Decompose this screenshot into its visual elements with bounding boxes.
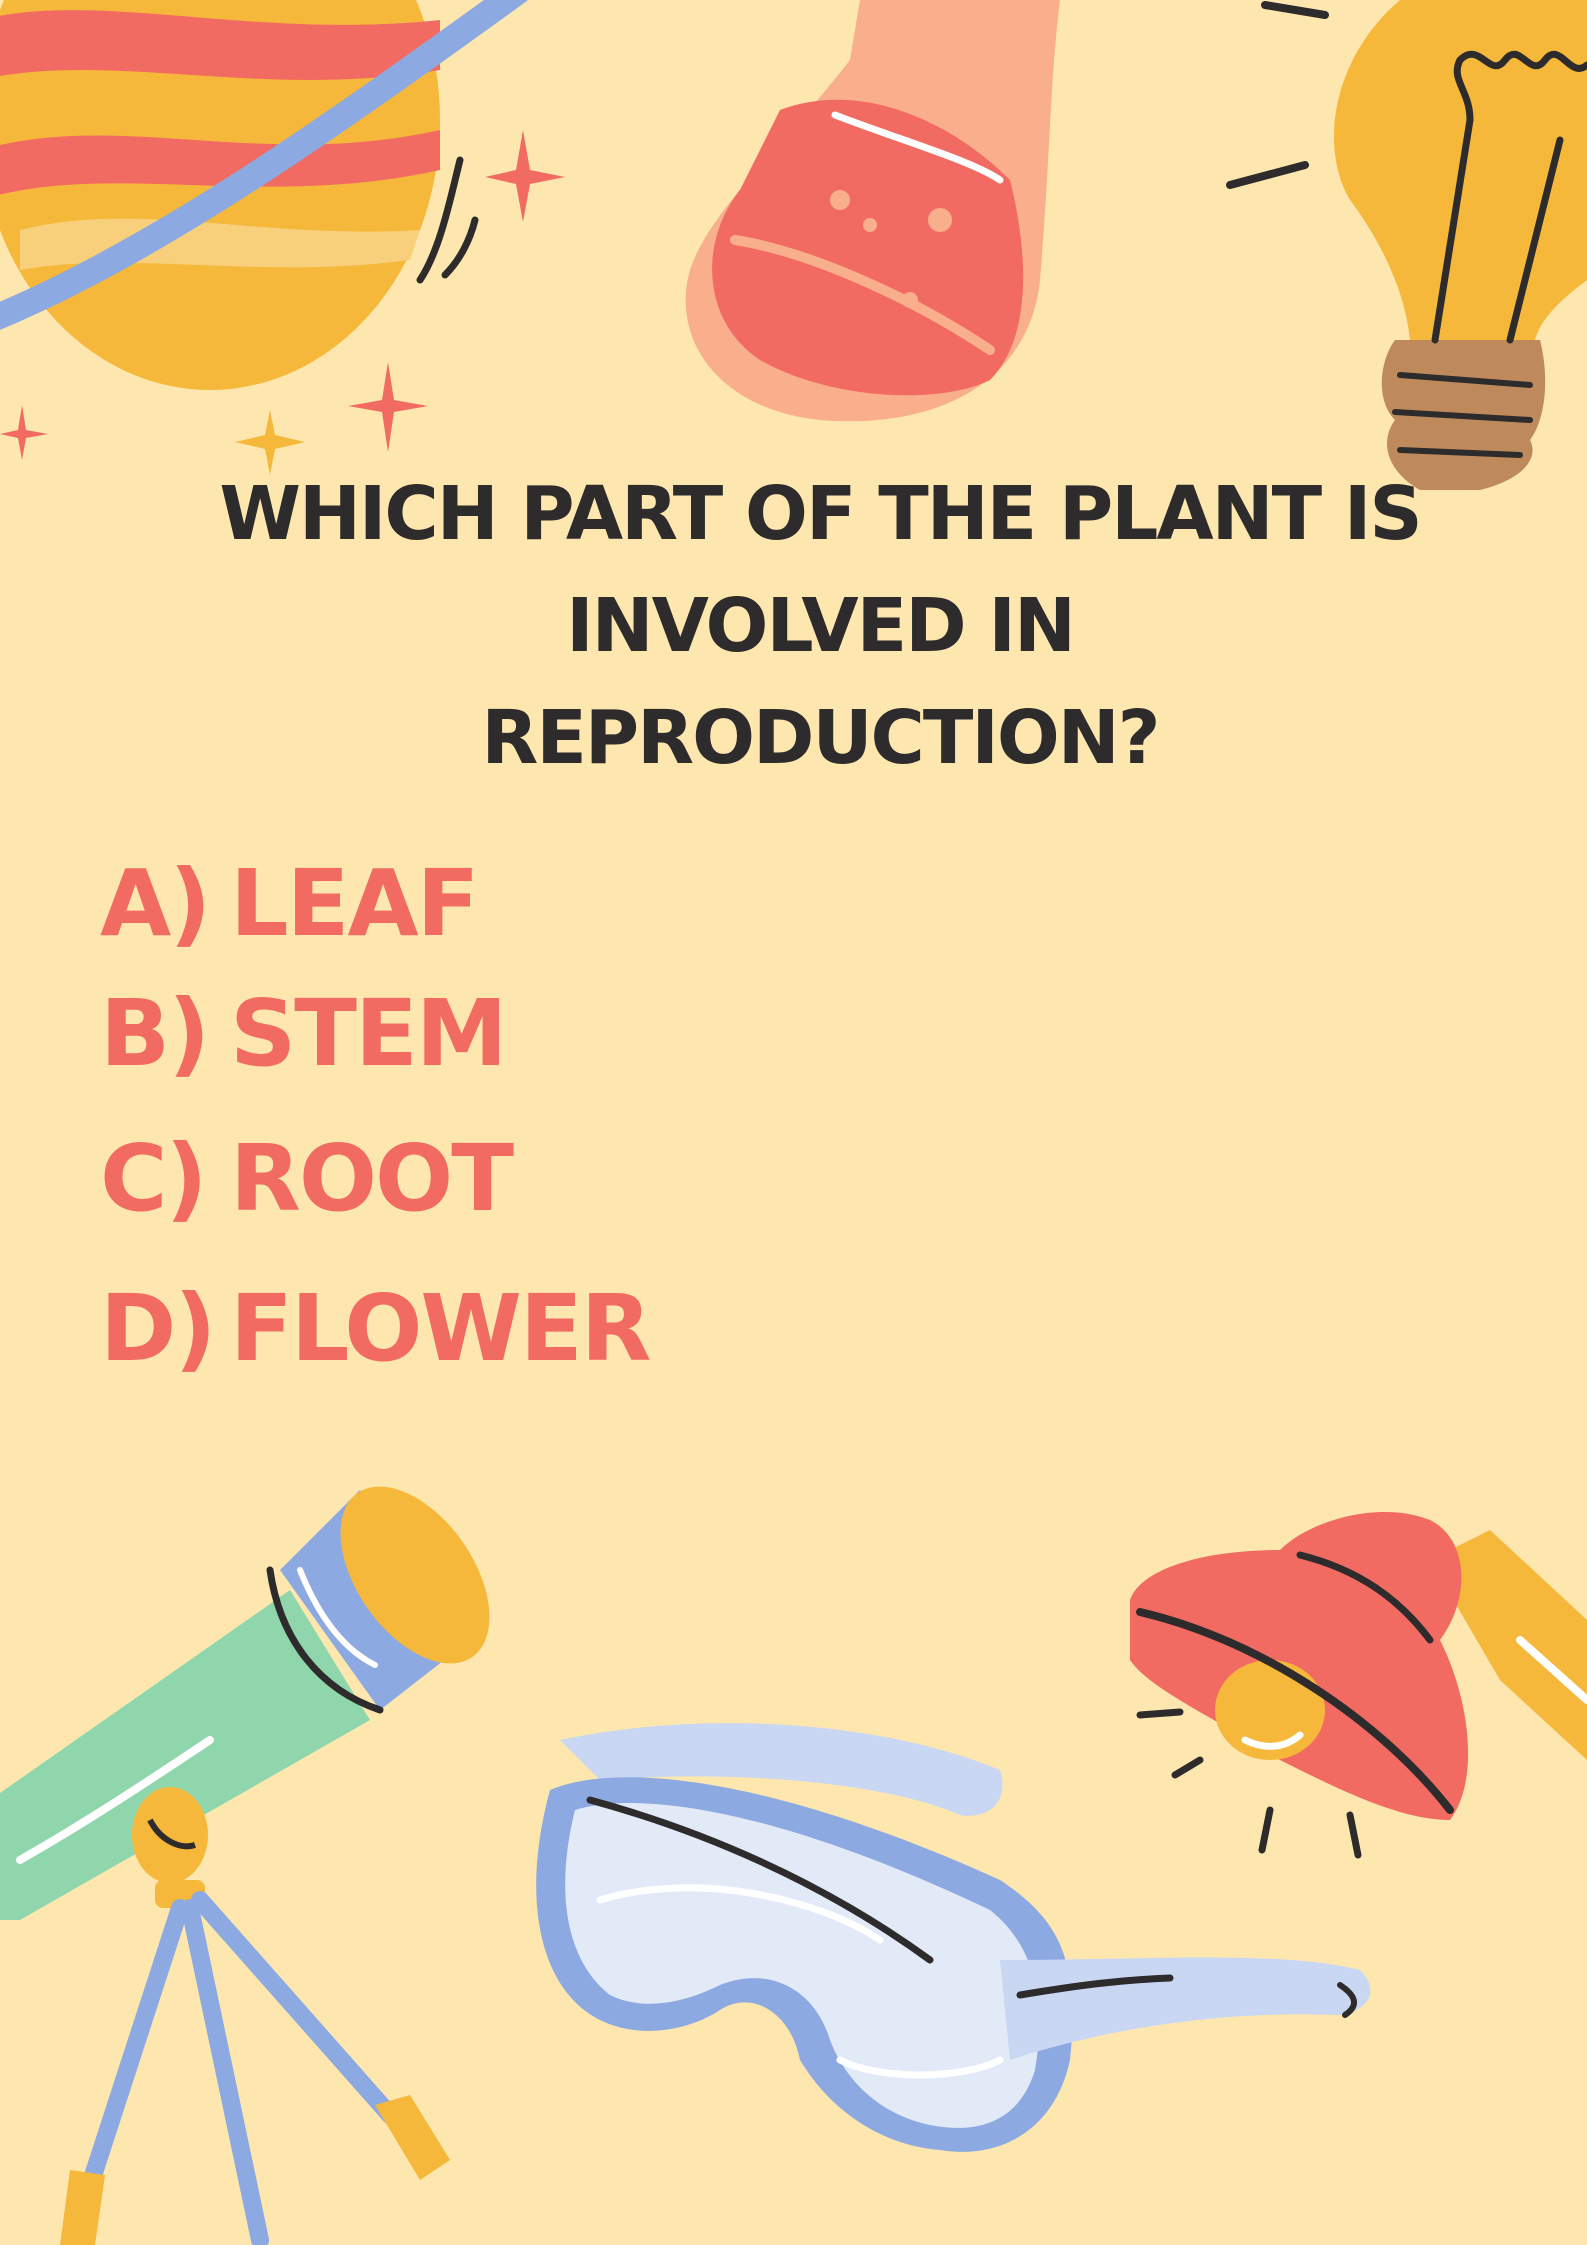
option-b-text: STEM	[230, 980, 507, 1087]
option-b-label: B)	[100, 980, 210, 1087]
option-a[interactable]: A) LEAF	[100, 850, 480, 957]
microscope-lamp-icon	[1130, 1511, 1587, 1859]
illustration-layer	[0, 0, 1587, 2245]
question-line-2: REPRODUCTION?	[481, 695, 1160, 781]
option-c-label: C)	[100, 1125, 208, 1232]
light-bulb-icon	[1226, 0, 1587, 490]
option-a-label: A)	[100, 850, 211, 957]
option-d-label: D)	[100, 1275, 216, 1382]
option-d-text: FLOWER	[230, 1275, 652, 1382]
planet-icon	[0, 0, 528, 390]
safety-goggles-icon	[536, 1723, 1371, 2152]
option-b[interactable]: B) STEM	[100, 980, 507, 1087]
option-d[interactable]: D) FLOWER	[100, 1275, 652, 1382]
option-a-text: LEAF	[230, 850, 480, 957]
telescope-icon	[0, 1486, 490, 2245]
flask-icon	[685, 0, 1060, 422]
option-c-text: ROOT	[230, 1125, 514, 1232]
option-c[interactable]: C) ROOT	[100, 1125, 514, 1232]
question-line-1: WHICH PART OF THE PLANT IS INVOLVED IN	[219, 471, 1422, 669]
question-text: WHICH PART OF THE PLANT IS INVOLVED IN R…	[120, 458, 1520, 794]
